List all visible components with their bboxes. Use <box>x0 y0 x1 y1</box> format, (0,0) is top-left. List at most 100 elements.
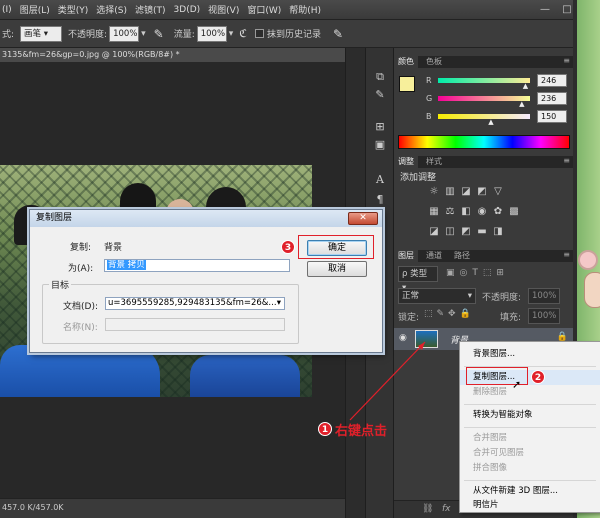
spectrum-bar[interactable] <box>398 135 570 149</box>
hue-saturation-icon[interactable]: ▦ <box>428 206 440 218</box>
context-item-postcard[interactable]: 明信片 <box>460 498 600 513</box>
menu-item-type[interactable]: 类型(Y) <box>58 3 89 16</box>
blue-clothes-shape-2 <box>190 355 300 397</box>
channel-value-input[interactable]: 246 <box>537 74 567 87</box>
character-a-icon[interactable]: A <box>370 173 390 189</box>
gradient-map-icon[interactable]: ▬ <box>476 226 488 238</box>
dialog-title-bar: 复制图层 ✕ <box>30 210 382 227</box>
brush-preset-icon[interactable]: ✎ <box>370 88 390 104</box>
pressure-size-icon[interactable]: ✎ <box>333 27 343 41</box>
paragraph-icon[interactable]: ¶ <box>370 193 390 209</box>
menu-item-layer[interactable]: 图层(L) <box>20 3 50 16</box>
context-separator <box>464 404 596 405</box>
flow-dropdown-icon[interactable]: ▾ <box>229 29 234 39</box>
color-balance-icon[interactable]: ⚖ <box>444 206 456 218</box>
cancel-button[interactable]: 取消 <box>307 261 367 277</box>
color-panel-tabs: 颜色 色板 ≡ <box>394 56 574 68</box>
pressure-opacity-icon[interactable]: ✎ <box>154 27 164 41</box>
channel-mixer-icon[interactable]: ✿ <box>492 206 504 218</box>
right-click-callout: 1 右键点击 <box>318 420 387 439</box>
panel-menu-icon[interactable]: ≡ <box>563 156 570 165</box>
channel-slider[interactable] <box>438 114 530 119</box>
tab-styles[interactable]: 样式 <box>422 156 446 168</box>
panel-menu-icon[interactable]: ≡ <box>563 56 570 65</box>
posterize-icon[interactable]: ◫ <box>444 226 456 238</box>
menu-item-help[interactable]: 帮助(H) <box>289 3 321 16</box>
tab-color[interactable]: 颜色 <box>394 56 418 68</box>
menu-item-view[interactable]: 视图(V) <box>208 3 239 16</box>
filter-icons: ▣◎T⬚⊞ <box>446 268 509 278</box>
flow-label: 流量: <box>173 30 195 40</box>
opacity-input[interactable]: 100% <box>109 25 140 42</box>
threshold-icon[interactable]: ◩ <box>460 226 472 238</box>
duplicate-layer-dialog: 复制图层 ✕ 复制: 背景 为(A): 背景 拷贝 确定 取消 目标 文档(D)… <box>29 209 383 353</box>
black-white-icon[interactable]: ◧ <box>460 206 472 218</box>
blend-mode-value: 正常 <box>402 291 420 301</box>
exposure-icon[interactable]: ◩ <box>476 186 488 198</box>
selective-color-icon[interactable]: ◨ <box>492 226 504 238</box>
context-item-convert-smart-object[interactable]: 转换为智能对象 <box>460 408 600 423</box>
layer-filter-select[interactable]: ρ 类型 ▾ <box>398 266 438 293</box>
name-input[interactable] <box>105 318 285 331</box>
adjust-panel-tabs: 调整 样式 ≡ <box>394 156 574 168</box>
dialog-close-button[interactable]: ✕ <box>348 212 378 225</box>
foreground-swatch[interactable] <box>399 76 415 92</box>
as-name-input[interactable]: 背景 拷贝 <box>104 259 290 272</box>
menu-item-filter[interactable]: 滤镜(T) <box>135 3 166 16</box>
context-item-background-layer[interactable]: 背景图层... <box>460 347 600 362</box>
as-name-value: 背景 拷贝 <box>107 260 146 270</box>
vibrance-icon[interactable]: ▽ <box>492 186 504 198</box>
as-label: 为(A): <box>68 264 94 274</box>
context-item-flatten-image[interactable]: 拼合图像 <box>460 461 600 476</box>
menu-item-3d[interactable]: 3D(D) <box>174 5 201 15</box>
fx-icon[interactable]: fx <box>442 504 451 514</box>
invert-icon[interactable]: ◪ <box>428 226 440 238</box>
slider-thumb-icon[interactable]: ▲ <box>523 82 528 90</box>
tab-swatches[interactable]: 色板 <box>422 56 446 68</box>
history-checkbox[interactable] <box>255 29 264 38</box>
curves-icon[interactable]: ◪ <box>460 186 472 198</box>
fill-input[interactable]: 100% <box>528 308 560 324</box>
panel-menu-icon[interactable]: ≡ <box>563 250 570 259</box>
tab-adjustments[interactable]: 调整 <box>394 156 418 168</box>
layer-opacity-input[interactable]: 100% <box>528 288 560 304</box>
history-icon[interactable]: ⧉ <box>370 70 390 86</box>
clone-source-icon[interactable]: ⊞ <box>370 120 390 136</box>
channel-slider[interactable] <box>438 78 530 83</box>
menu-item-select[interactable]: 选择(S) <box>96 3 127 16</box>
context-item-delete-layer[interactable]: 删除图层 <box>460 385 600 400</box>
blend-mode-select[interactable]: 正常 ▾ <box>398 288 476 304</box>
mode-select[interactable]: 画笔 ▾ <box>20 25 63 42</box>
options-prefix: 式: <box>2 30 15 40</box>
channel-label: B <box>426 112 432 121</box>
tab-channels[interactable]: 通道 <box>422 250 446 262</box>
minimize-button[interactable]: — <box>534 1 556 19</box>
airbrush-icon[interactable]: ℭ <box>239 27 247 40</box>
visibility-eye-icon[interactable]: ◉ <box>399 333 407 343</box>
actions-icon[interactable]: ▣ <box>370 138 390 154</box>
slider-thumb-icon[interactable]: ▲ <box>488 118 493 126</box>
brightness-icon[interactable]: ☼ <box>428 186 440 198</box>
channel-value-input[interactable]: 150 <box>537 110 567 123</box>
channel-slider[interactable] <box>438 96 530 101</box>
levels-icon[interactable]: ▥ <box>444 186 456 198</box>
layers-panel-tabs: 图层 通道 路径 ≡ <box>394 250 574 262</box>
tab-paths[interactable]: 路径 <box>450 250 474 262</box>
photo-filter-icon[interactable]: ◉ <box>476 206 488 218</box>
link-layers-icon[interactable]: ⛓ <box>422 504 433 514</box>
opacity-dropdown-icon[interactable]: ▾ <box>141 29 146 39</box>
channel-value-input[interactable]: 236 <box>537 92 567 105</box>
menu-item-window[interactable]: 窗口(W) <box>247 3 281 16</box>
document-tab[interactable]: 3135&fm=26&gp=0.jpg @ 100%(RGB/8#) * <box>0 48 345 62</box>
slider-thumb-icon[interactable]: ▲ <box>519 100 524 108</box>
context-item-merge-layers[interactable]: 合并图层 <box>460 431 600 446</box>
context-item-new-3d-layer[interactable]: 从文件新建 3D 图层... <box>460 484 600 499</box>
flow-input[interactable]: 100% <box>196 25 227 42</box>
menu-item-image[interactable]: (I) <box>2 5 12 15</box>
context-item-merge-visible[interactable]: 合并可见图层 <box>460 446 600 461</box>
color-lookup-icon[interactable]: ▩ <box>508 206 520 218</box>
tab-layers[interactable]: 图层 <box>394 250 418 262</box>
document-select[interactable]: u=3695559285,929483135&fm=26&... ▾ <box>105 297 285 310</box>
options-bar: 式: 画笔 ▾ 不透明度: 100% ▾ ✎ 流量: 100% ▾ ℭ 抹到历史… <box>0 20 600 48</box>
channel-label: G <box>426 94 433 103</box>
